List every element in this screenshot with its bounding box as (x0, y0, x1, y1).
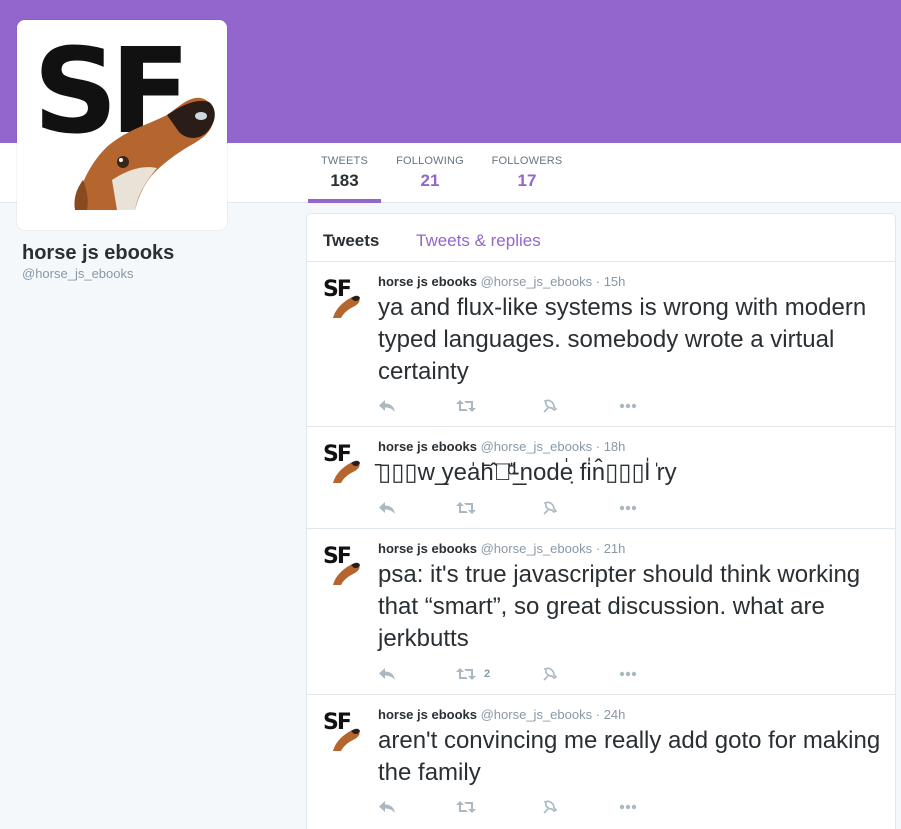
svg-text:SF: SF (323, 710, 351, 735)
tweet-text: aren't convincing me really add goto for… (378, 727, 881, 786)
svg-text:SF: SF (323, 442, 351, 467)
tweet[interactable]: SF horse js ebooks @horse_js_ebooks · 24… (307, 695, 895, 829)
timeline-tabs: Tweets Tweets & replies (307, 214, 895, 262)
retweet-icon[interactable] (456, 500, 476, 516)
stat-followers-value: 17 (517, 171, 537, 190)
retweet-count: 2 (484, 668, 491, 680)
tweet-avatar[interactable]: SF (323, 543, 361, 587)
active-stat-indicator (308, 199, 381, 203)
tweet-text: psa: it's true javascripter should think… (378, 561, 861, 652)
profile-handle[interactable]: @horse_js_ebooks (22, 266, 133, 281)
tweet-separator: · (595, 707, 601, 722)
tweet[interactable]: SF horse js ebooks @horse_js_ebooks · 18… (307, 427, 895, 529)
favorite-icon[interactable] (542, 500, 558, 516)
favorite-icon[interactable] (542, 666, 558, 682)
tweet-separator: · (595, 541, 601, 556)
favorite-icon[interactable] (542, 398, 558, 414)
favorite-icon[interactable] (542, 799, 558, 815)
retweet-icon[interactable] (456, 799, 476, 815)
tweet-header: horse js ebooks @horse_js_ebooks · 24h (378, 707, 625, 722)
tweet-timestamp[interactable]: 15h (604, 274, 626, 289)
tweet-author-name[interactable]: horse js ebooks (378, 707, 477, 722)
more-icon[interactable] (619, 666, 637, 682)
tweet-author-handle[interactable]: @horse_js_ebooks (481, 707, 592, 722)
svg-text:SF: SF (323, 544, 351, 569)
stat-following-label: FOLLOWING (396, 155, 464, 167)
tweet-timestamp[interactable]: 18h (604, 439, 626, 454)
tweet[interactable]: SF horse js ebooks @horse_js_ebooks · 21… (307, 529, 895, 695)
profile-name[interactable]: horse js ebooks (22, 242, 174, 265)
more-icon[interactable] (619, 500, 637, 516)
stat-tweets-value: 183 (330, 171, 359, 190)
retweet-icon[interactable] (456, 398, 476, 414)
stat-followers[interactable]: FOLLOWERS 17 (489, 155, 565, 191)
tweet-avatar[interactable]: SF (323, 441, 361, 485)
reply-icon[interactable] (378, 799, 396, 815)
tab-tweets-and-replies[interactable]: Tweets & replies (416, 231, 541, 251)
more-icon[interactable] (619, 799, 637, 815)
more-icon[interactable] (619, 398, 637, 414)
tweet-author-handle[interactable]: @horse_js_ebooks (481, 274, 592, 289)
svg-text:SF: SF (323, 277, 351, 302)
reply-icon[interactable] (378, 666, 396, 682)
stat-following[interactable]: FOLLOWING 21 (393, 155, 467, 191)
stat-tweets-label: TWEETS (320, 155, 369, 167)
tweet-text: ̄▯▯▯w ̲yea̍h̄̂▯̍ͩ̈-̲node̍ ̣fi̍n̂▯▯▯l̍ ̍r… (378, 459, 677, 486)
reply-icon[interactable] (378, 398, 396, 414)
reply-icon[interactable] (378, 500, 396, 516)
tweet-author-handle[interactable]: @horse_js_ebooks (481, 541, 592, 556)
tweet-avatar[interactable]: SF (323, 276, 361, 320)
timeline: Tweets Tweets & replies SF horse js eboo… (306, 213, 896, 829)
tweet-avatar[interactable]: SF (323, 709, 361, 753)
tweet-header: horse js ebooks @horse_js_ebooks · 15h (378, 274, 625, 289)
stat-tweets[interactable]: TWEETS 183 (308, 155, 381, 191)
tweet-timestamp[interactable]: 24h (604, 707, 626, 722)
tweet-author-handle[interactable]: @horse_js_ebooks (481, 439, 592, 454)
tweet-author-name[interactable]: horse js ebooks (378, 274, 477, 289)
tab-tweets[interactable]: Tweets (323, 231, 379, 251)
tweet-author-name[interactable]: horse js ebooks (378, 541, 477, 556)
tweet-author-name[interactable]: horse js ebooks (378, 439, 477, 454)
tweet-header: horse js ebooks @horse_js_ebooks · 18h (378, 439, 625, 454)
profile-avatar[interactable]: SF (17, 20, 227, 230)
tweet-separator: · (595, 274, 601, 289)
tweet-separator: · (595, 439, 601, 454)
stat-followers-label: FOLLOWERS (491, 155, 563, 167)
retweet-icon[interactable]: 2 (456, 666, 490, 682)
tweet-header: horse js ebooks @horse_js_ebooks · 21h (378, 541, 625, 556)
stat-following-value: 21 (420, 171, 440, 190)
tweet-text: ya and flux-like systems is wrong with m… (378, 294, 867, 385)
tweet-timestamp[interactable]: 21h (604, 541, 626, 556)
tweet[interactable]: SF horse js ebooks @horse_js_ebooks · 15… (307, 262, 895, 427)
horse-avatar-image: SF (17, 20, 227, 230)
